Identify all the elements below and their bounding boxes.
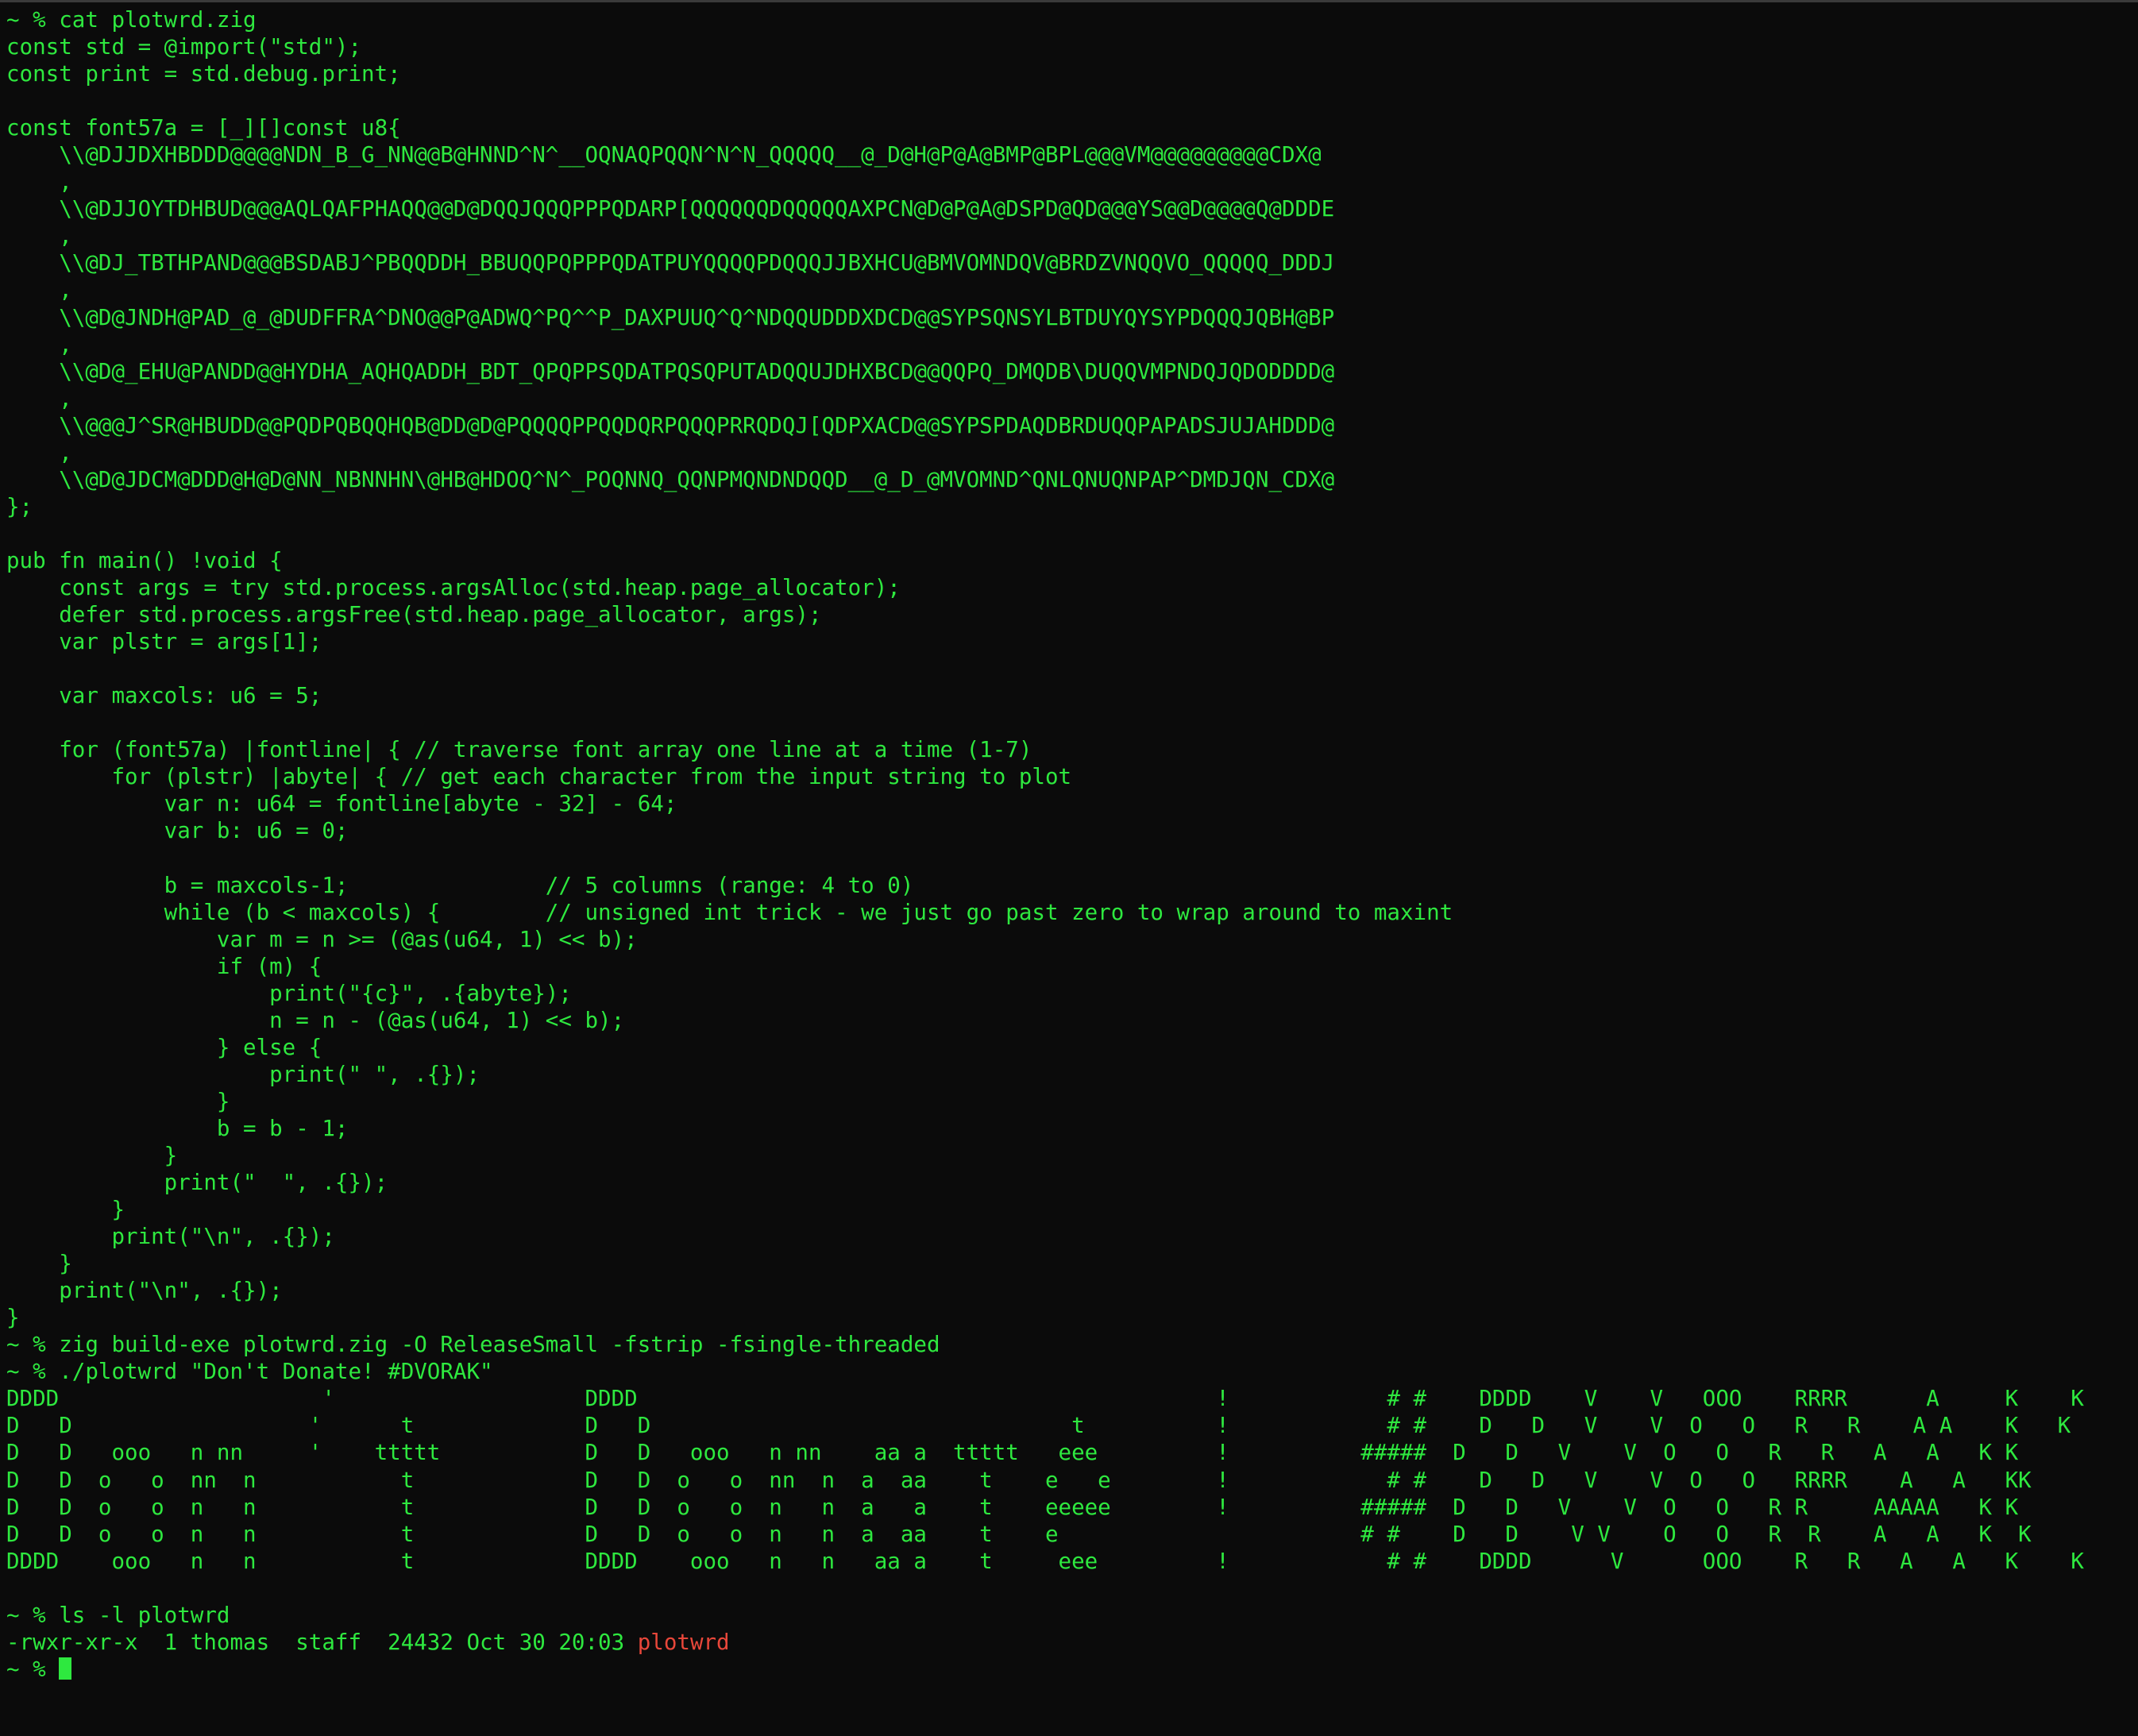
terminal-line: ,	[6, 331, 72, 357]
terminal-line: DDDD ooo n n t DDDD ooo n n aa a t eee !…	[6, 1548, 2084, 1574]
shell-prompt-line[interactable]: ~ %	[6, 1656, 2132, 1683]
terminal-line: print(" ", .{});	[6, 1170, 388, 1196]
terminal-line: ~ % ls -l plotwrd	[6, 1602, 230, 1628]
terminal-line: ~ % ./plotwrd "Don't Donate! #DVORAK"	[6, 1359, 493, 1385]
terminal-line: \\@DJJDXHBDDD@@@@NDN_B_G_NN@@B@HNND^N^__…	[6, 142, 1322, 168]
terminal-line: const font57a = [_][]const u8{	[6, 115, 401, 141]
terminal-line: const print = std.debug.print;	[6, 61, 401, 87]
terminal-line: \\@D@JNDH@PAD_@_@DUDFFRA^DNO@@P@ADWQ^PQ^…	[6, 304, 1335, 330]
terminal-line: ,	[6, 169, 72, 195]
terminal-line: \\@@@J^SR@HBUDD@@PQDPQBQQHQB@DD@D@PQQQQP…	[6, 412, 1335, 438]
terminal-output[interactable]: ~ % cat plotwrd.zig const std = @import("…	[6, 6, 2132, 1730]
terminal-line: \\@D@_EHU@PANDD@@HYDHA_AQHQADDH_BDT_QPQP…	[6, 358, 1335, 384]
terminal-line: ,	[6, 439, 72, 465]
executable-file-name: plotwrd	[637, 1629, 730, 1655]
terminal-line: for (plstr) |abyte| { // get each charac…	[6, 764, 1072, 790]
terminal-line: n = n - (@as(u64, 1) << b);	[6, 1007, 625, 1033]
terminal-line: print("\n", .{});	[6, 1224, 335, 1250]
terminal-line: const std = @import("std");	[6, 34, 362, 60]
terminal-line: }	[6, 1305, 20, 1331]
terminal-line: }	[6, 1088, 230, 1114]
terminal-line: }	[6, 1197, 125, 1223]
terminal-line: D D o o n n t D D o o n n a aa t e # # D…	[6, 1521, 2032, 1547]
terminal-line: b = maxcols-1; // 5 columns (range: 4 to…	[6, 872, 914, 898]
terminal-line: for (font57a) |fontline| { // traverse f…	[6, 737, 1032, 763]
terminal-line: b = b - 1;	[6, 1115, 349, 1141]
shell-prompt: ~ %	[6, 1656, 60, 1682]
terminal-line: D D ooo n nn ' ttttt D D ooo n nn aa a t…	[6, 1440, 2019, 1466]
terminal-line: defer std.process.argsFree(std.heap.page…	[6, 602, 822, 628]
terminal-line: \\@DJ_TBTHPAND@@@BSDABJ^PBQQDDH_BBUQQPQP…	[6, 250, 1335, 276]
terminal-line: var m = n >= (@as(u64, 1) << b);	[6, 926, 638, 952]
terminal-line: if (m) {	[6, 953, 322, 979]
terminal-line: var b: u6 = 0;	[6, 818, 349, 844]
terminal-line: DDDD ' DDDD ! # # DDDD V V OOO RRRR A K …	[6, 1386, 2084, 1412]
terminal-line: print(" ", .{});	[6, 1061, 480, 1087]
terminal-line: \\@DJJOYTDHBUD@@@AQLQAFPHAQQ@@D@DQQJQQQP…	[6, 196, 1335, 222]
terminal-line: var maxcols: u6 = 5;	[6, 683, 322, 709]
terminal-window[interactable]: ~ % cat plotwrd.zig const std = @import("…	[0, 0, 2138, 1736]
terminal-line: var n: u64 = fontline[abyte - 32] - 64;	[6, 791, 677, 817]
ls-permissions-and-meta: -rwxr-xr-x 1 thomas staff 24432 Oct 30 2…	[6, 1629, 638, 1655]
terminal-line: ,	[6, 385, 72, 411]
window-top-border	[0, 0, 2138, 2]
terminal-line: print("\n", .{});	[6, 1278, 283, 1304]
terminal-line: print("{c}", .{abyte});	[6, 980, 572, 1006]
terminal-line: D D o o nn n t D D o o nn n a aa t e e !…	[6, 1467, 2032, 1493]
terminal-line: pub fn main() !void {	[6, 547, 283, 573]
terminal-line: } else {	[6, 1034, 322, 1060]
text-cursor	[59, 1657, 72, 1680]
ls-output-line: -rwxr-xr-x 1 thomas staff 24432 Oct 30 2…	[6, 1629, 2132, 1656]
terminal-line: ,	[6, 223, 72, 249]
terminal-line: const args = try std.process.argsAlloc(s…	[6, 574, 901, 600]
terminal-line: }	[6, 1251, 72, 1277]
terminal-line: ~ % cat plotwrd.zig	[6, 7, 257, 33]
terminal-line: var plstr = args[1];	[6, 629, 322, 655]
terminal-line: while (b < maxcols) { // unsigned int tr…	[6, 899, 1453, 925]
terminal-line: D D o o n n t D D o o n n a a t eeeee ! …	[6, 1494, 2019, 1520]
terminal-line: };	[6, 493, 33, 519]
terminal-line: ,	[6, 277, 72, 303]
terminal-line: D D ' t D D t ! # # D D V V O O R R A A …	[6, 1413, 2071, 1439]
terminal-line: ~ % zig build-exe plotwrd.zig -O Release…	[6, 1332, 940, 1358]
terminal-line: \\@D@JDCM@DDD@H@D@NN_NBNNHN\@HB@HDOQ^N^_…	[6, 466, 1335, 492]
terminal-line: }	[6, 1142, 178, 1168]
